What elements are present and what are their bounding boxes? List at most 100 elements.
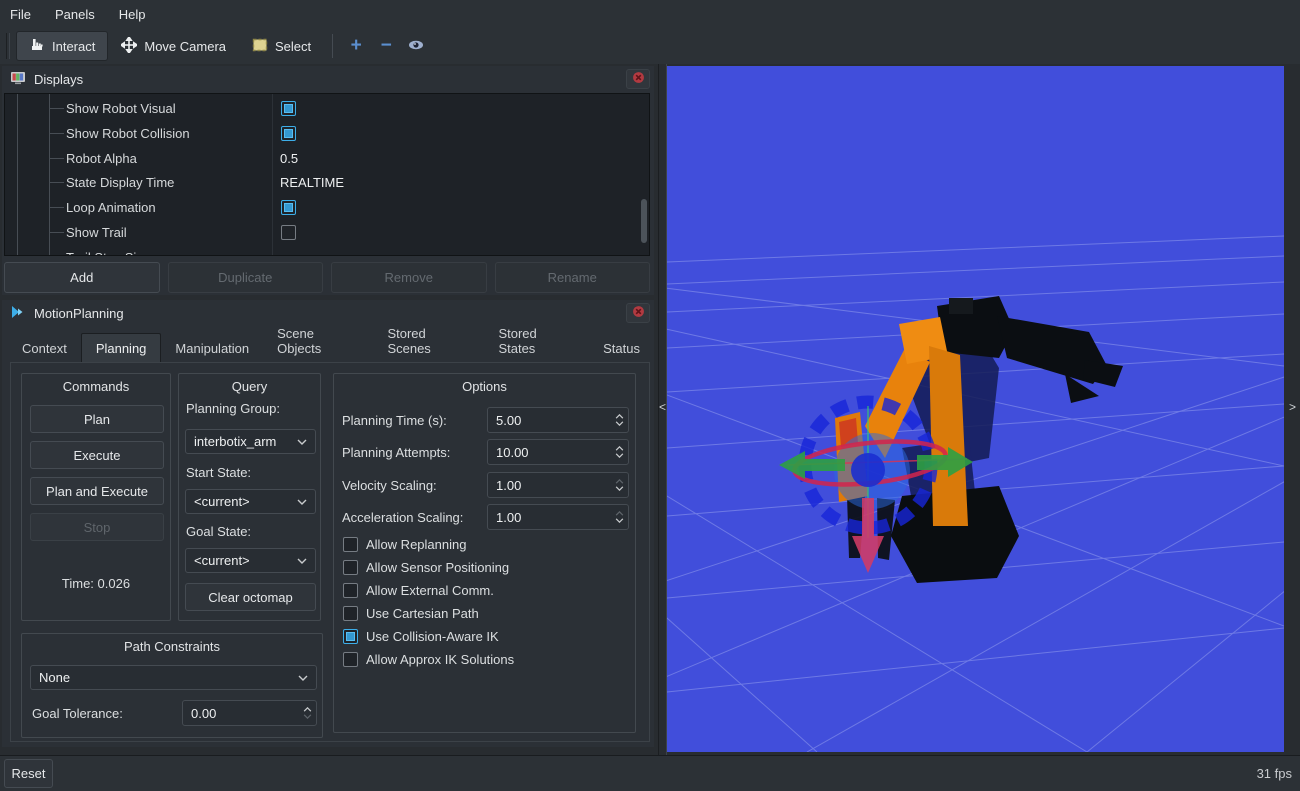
chevron-left-icon[interactable]: <	[659, 400, 666, 414]
goal-state-value: <current>	[194, 553, 250, 568]
3d-viewport[interactable]	[667, 66, 1284, 752]
spin-down-icon[interactable]	[615, 518, 624, 523]
left-panel-column: Displays Show Robot Visual	[0, 64, 658, 755]
checkbox[interactable]	[281, 225, 296, 240]
minus-icon: −	[381, 35, 392, 57]
toolbar-drag-handle[interactable]	[6, 33, 10, 59]
tab-manipulation[interactable]: Manipulation	[161, 336, 263, 362]
planning-group-label: Planning Group:	[186, 401, 280, 416]
spin-up-icon[interactable]	[615, 446, 624, 451]
checkbox[interactable]	[343, 652, 358, 667]
property-label: State Display Time	[66, 175, 174, 190]
tab-scene-objects[interactable]: Scene Objects	[263, 321, 373, 362]
property-row-clipped: Trail Step Size	[5, 245, 649, 256]
menu-panels[interactable]: Panels	[55, 3, 109, 26]
render-scene	[667, 66, 1284, 752]
property-value[interactable]: 0.5	[280, 151, 298, 166]
goal-tolerance-spinbox[interactable]: 0.00	[182, 700, 317, 726]
motion-planning-close-button[interactable]	[626, 303, 650, 323]
close-icon	[632, 71, 645, 87]
chevron-right-icon[interactable]: >	[1289, 400, 1296, 414]
query-group: Query Planning Group: interbotix_arm Sta…	[178, 373, 321, 621]
acceleration-scaling-label: Acceleration Scaling:	[342, 510, 463, 525]
select-tool-button[interactable]: Select	[239, 31, 324, 61]
stop-button: Stop	[30, 513, 164, 541]
spin-down-icon[interactable]	[615, 421, 624, 426]
chevron-down-icon	[298, 675, 308, 681]
commands-group-title: Commands	[22, 379, 170, 394]
spin-up-icon[interactable]	[615, 414, 624, 419]
fps-counter: 31 fps	[1257, 766, 1292, 781]
move-camera-tool-label: Move Camera	[144, 39, 226, 54]
checkbox[interactable]	[343, 606, 358, 621]
add-button[interactable]: Add	[4, 262, 160, 293]
start-state-dropdown[interactable]: <current>	[185, 489, 316, 514]
planning-tab-content: Commands Plan Execute Plan and Execute S…	[10, 362, 650, 742]
reset-button[interactable]: Reset	[4, 759, 53, 788]
checkbox[interactable]	[343, 583, 358, 598]
property-label: Show Robot Visual	[66, 101, 176, 116]
duplicate-button: Duplicate	[168, 262, 324, 293]
checkbox[interactable]	[281, 200, 296, 215]
checkbox-label: Use Cartesian Path	[366, 606, 479, 621]
status-bar: Reset 31 fps	[0, 755, 1300, 791]
checkbox[interactable]	[343, 560, 358, 575]
goal-state-dropdown[interactable]: <current>	[185, 548, 316, 573]
planning-attempts-value: 10.00	[496, 445, 529, 460]
menu-file[interactable]: File	[10, 3, 45, 26]
spin-up-icon[interactable]	[303, 707, 312, 712]
property-label: Loop Animation	[66, 200, 156, 215]
displays-close-button[interactable]	[626, 69, 650, 89]
velocity-scaling-spinbox[interactable]: 1.00	[487, 472, 629, 498]
tab-stored-scenes[interactable]: Stored Scenes	[373, 321, 484, 362]
use-cartesian-path-option[interactable]: Use Cartesian Path	[343, 605, 479, 621]
interact-tool-button[interactable]: Interact	[16, 31, 108, 61]
planning-time-spinbox[interactable]: 5.00	[487, 407, 629, 433]
displays-panel-header[interactable]: Displays	[2, 66, 654, 92]
spin-down-icon[interactable]	[615, 453, 624, 458]
visibility-button[interactable]	[401, 31, 431, 61]
execute-button[interactable]: Execute	[30, 441, 164, 469]
checkbox[interactable]	[343, 629, 358, 644]
zoom-out-button[interactable]: −	[371, 31, 401, 61]
move-camera-tool-button[interactable]: Move Camera	[108, 31, 239, 61]
property-row: Loop Animation	[5, 195, 649, 220]
tab-stored-states[interactable]: Stored States	[484, 321, 589, 362]
menu-help[interactable]: Help	[119, 3, 160, 26]
displays-panel-title: Displays	[34, 72, 83, 87]
path-constraints-dropdown[interactable]: None	[30, 665, 317, 690]
velocity-scaling-label: Velocity Scaling:	[342, 478, 437, 493]
spin-down-icon[interactable]	[615, 486, 624, 491]
plan-button[interactable]: Plan	[30, 405, 164, 433]
chevron-down-icon	[297, 558, 307, 564]
allow-replanning-option[interactable]: Allow Replanning	[343, 536, 466, 552]
vertical-scrollbar[interactable]	[641, 199, 647, 243]
planning-attempts-spinbox[interactable]: 10.00	[487, 439, 629, 465]
plan-and-execute-button[interactable]: Plan and Execute	[30, 477, 164, 505]
allow-external-comm-option[interactable]: Allow External Comm.	[343, 582, 494, 598]
tab-planning[interactable]: Planning	[81, 333, 162, 362]
eye-icon	[407, 35, 425, 57]
property-row: State Display Time REALTIME	[5, 170, 649, 195]
chevron-down-icon	[297, 499, 307, 505]
panel-splitter[interactable]: <	[658, 64, 667, 755]
checkbox[interactable]	[343, 537, 358, 552]
zoom-in-button[interactable]: +	[341, 31, 371, 61]
use-collision-aware-ik-option[interactable]: Use Collision-Aware IK	[343, 628, 499, 644]
planning-group-dropdown[interactable]: interbotix_arm	[185, 429, 316, 454]
path-constraints-group: Path Constraints None Goal Tolerance: 0.…	[21, 633, 323, 738]
tab-context[interactable]: Context	[8, 336, 81, 362]
checkbox[interactable]	[281, 101, 296, 116]
tab-status[interactable]: Status	[589, 336, 654, 362]
allow-approx-ik-option[interactable]: Allow Approx IK Solutions	[343, 651, 514, 667]
goal-state-label: Goal State:	[186, 524, 251, 539]
property-row: Robot Alpha 0.5	[5, 146, 649, 171]
displays-property-tree[interactable]: Show Robot Visual Show Robot Collision R…	[4, 93, 650, 256]
checkbox[interactable]	[281, 126, 296, 141]
checkbox-label: Allow Approx IK Solutions	[366, 652, 514, 667]
path-constraints-value: None	[39, 670, 70, 685]
acceleration-scaling-spinbox[interactable]: 1.00	[487, 504, 629, 530]
clear-octomap-button[interactable]: Clear octomap	[185, 583, 316, 611]
allow-sensor-positioning-option[interactable]: Allow Sensor Positioning	[343, 559, 509, 575]
property-value[interactable]: REALTIME	[280, 175, 344, 190]
